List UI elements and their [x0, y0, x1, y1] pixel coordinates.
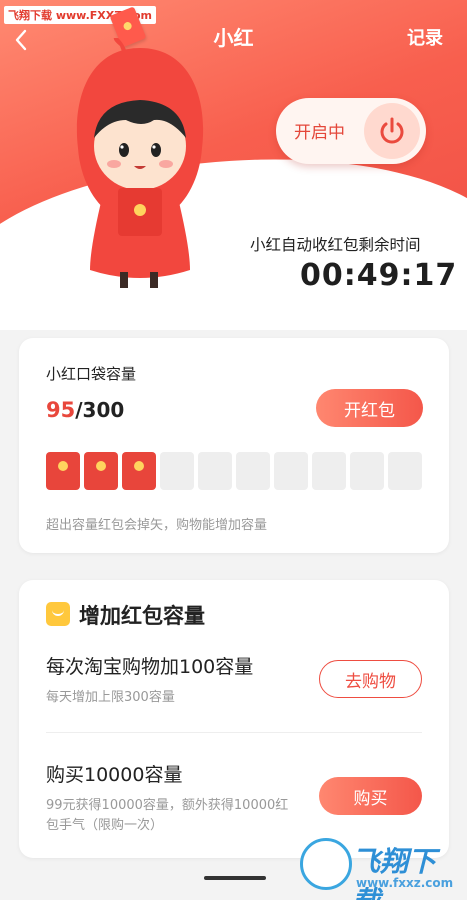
- capacity-total: /300: [75, 398, 125, 422]
- capacity-slots: [46, 452, 422, 490]
- logo-icon: [300, 838, 352, 890]
- slot-empty: [274, 452, 308, 490]
- power-button[interactable]: [364, 103, 420, 159]
- capacity-note: 超出容量红包会掉矢，购物能增加容量: [46, 518, 268, 533]
- chevron-left-icon: [15, 29, 27, 51]
- back-button[interactable]: [14, 28, 34, 52]
- open-envelope-button[interactable]: 开红包: [316, 389, 423, 427]
- capacity-card: 小红口袋容量 95/300 开红包 超出容量红包会掉矢，购物能增加容量: [19, 338, 449, 553]
- countdown-timer: 00:49:17: [300, 258, 458, 293]
- logo-text: 飞翔下载: [352, 845, 437, 900]
- capacity-title: 小红口袋容量: [46, 365, 137, 383]
- toggle-label: 开启中: [294, 123, 345, 143]
- power-icon: [380, 117, 404, 144]
- shopping-item-sub: 每天增加上限300容量: [46, 690, 175, 705]
- slot-filled: [84, 452, 118, 490]
- slot-filled: [46, 452, 80, 490]
- capacity-current: 95: [46, 398, 76, 422]
- buy-item-title: 购买10000容量: [46, 764, 183, 786]
- capacity-count: 95/300: [46, 398, 124, 422]
- divider: [46, 732, 422, 733]
- increase-capacity-card: 增加红包容量 每次淘宝购物加100容量 每天增加上限300容量 去购物 购买10…: [19, 580, 449, 858]
- slot-filled: [122, 452, 156, 490]
- buy-item-sub: 99元获得10000容量，额外获得10000红包手气（限购一次）: [46, 798, 289, 833]
- slot-empty: [350, 452, 384, 490]
- slot-empty: [312, 452, 346, 490]
- mascot-illustration: [76, 38, 204, 288]
- auto-collect-toggle[interactable]: 开启中: [276, 98, 426, 164]
- bag-icon: [46, 602, 70, 626]
- watermark-logo: 飞翔下载 www.fxxz.com: [300, 838, 462, 900]
- slot-empty: [236, 452, 270, 490]
- slot-empty: [388, 452, 422, 490]
- timer-label: 小红自动收红包剩余时间: [250, 236, 421, 254]
- slot-empty: [160, 452, 194, 490]
- home-indicator[interactable]: [204, 876, 266, 880]
- logo-url: www.fxxz.com: [356, 876, 454, 890]
- go-shopping-button[interactable]: 去购物: [319, 660, 422, 698]
- shopping-item-title: 每次淘宝购物加100容量: [46, 656, 254, 678]
- record-link[interactable]: 记录: [407, 24, 443, 50]
- increase-title: 增加红包容量: [79, 604, 205, 628]
- slot-empty: [198, 452, 232, 490]
- buy-button[interactable]: 购买: [319, 777, 422, 815]
